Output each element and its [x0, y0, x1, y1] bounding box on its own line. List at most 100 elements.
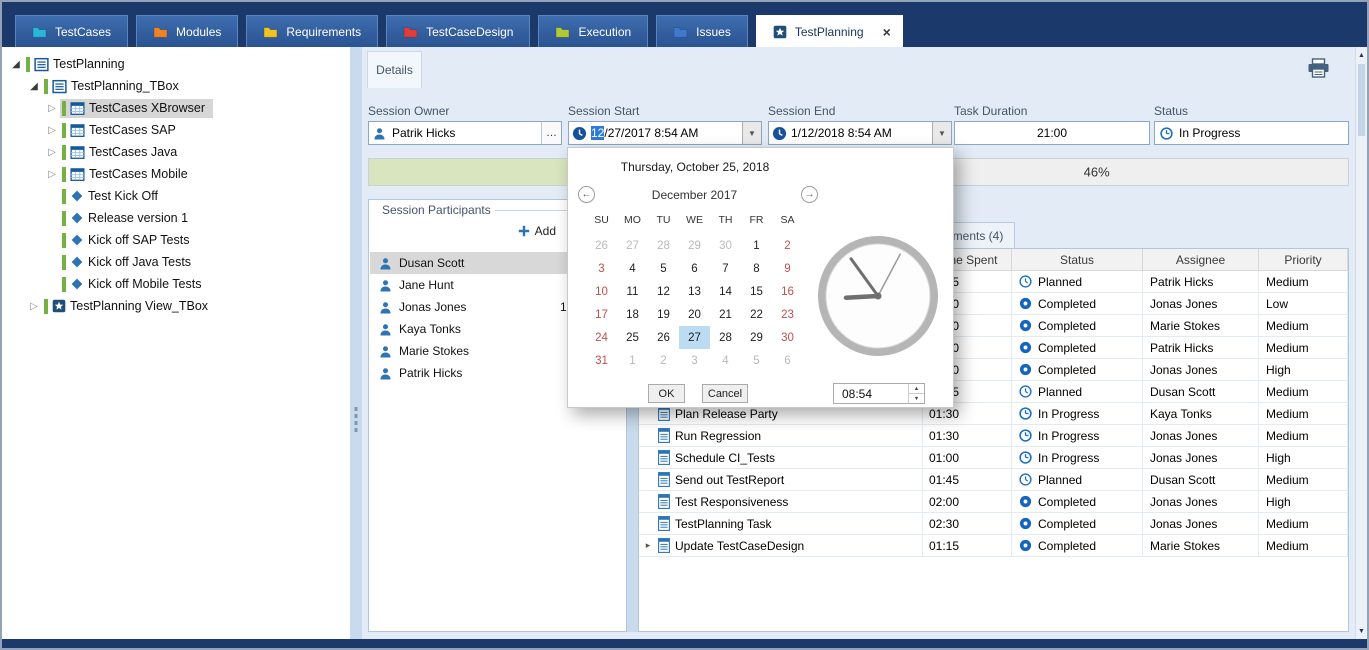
day-cell-6[interactable]: 6: [679, 257, 710, 280]
day-cell-9[interactable]: 9: [772, 257, 803, 280]
tree-item-testplanning-tbox[interactable]: ◢TestPlanning_TBox: [2, 75, 350, 97]
column-header-status[interactable]: Status: [1012, 249, 1143, 270]
tree-item-release-version-1[interactable]: Release version 1: [2, 207, 350, 229]
day-cell-5[interactable]: 5: [741, 349, 772, 372]
expanded-arrow-icon[interactable]: ◢: [8, 59, 24, 70]
scrollbar-thumb[interactable]: [1358, 64, 1365, 136]
sidebar-splitter[interactable]: [350, 47, 362, 639]
day-cell-12[interactable]: 12: [648, 280, 679, 303]
tree-item-kick-off-java-tests[interactable]: Kick off Java Tests: [2, 251, 350, 273]
day-cell-2[interactable]: 2: [648, 349, 679, 372]
day-cell-20[interactable]: 20: [679, 303, 710, 326]
day-cell-2[interactable]: 2: [772, 234, 803, 257]
day-cell-4[interactable]: 4: [617, 257, 648, 280]
day-cell-23[interactable]: 23: [772, 303, 803, 326]
session-owner-field[interactable]: Patrik Hicks …: [368, 121, 562, 145]
day-cell-1[interactable]: 1: [741, 234, 772, 257]
tree-item-test-kick-off[interactable]: Test Kick Off: [2, 185, 350, 207]
day-cell-29[interactable]: 29: [679, 234, 710, 257]
tree-item-testcases-java[interactable]: ▷TestCases Java: [2, 141, 350, 163]
day-cell-30[interactable]: 30: [710, 234, 741, 257]
browse-button[interactable]: …: [541, 122, 561, 144]
day-cell-16[interactable]: 16: [772, 280, 803, 303]
day-cell-19[interactable]: 19: [648, 303, 679, 326]
day-cell-3[interactable]: 3: [679, 349, 710, 372]
tree-item-testcases-mobile[interactable]: ▷TestCases Mobile: [2, 163, 350, 185]
day-cell-10[interactable]: 10: [586, 280, 617, 303]
day-cell-17[interactable]: 17: [586, 303, 617, 326]
add-participant-button[interactable]: Add: [518, 224, 556, 238]
day-cell-26[interactable]: 26: [586, 234, 617, 257]
tab-testplanning[interactable]: TestPlanning×: [756, 15, 903, 47]
day-cell-5[interactable]: 5: [648, 257, 679, 280]
cancel-button[interactable]: Cancel: [702, 384, 748, 403]
day-cell-27-selected[interactable]: 27: [679, 326, 710, 349]
next-month-button[interactable]: →: [801, 186, 818, 203]
day-cell-15[interactable]: 15: [741, 280, 772, 303]
scroll-up-icon[interactable]: ▲: [1356, 48, 1367, 62]
tab-testcasedesign[interactable]: TestCaseDesign: [386, 15, 530, 47]
tab-issues[interactable]: Issues: [656, 15, 748, 47]
spinner-down-icon[interactable]: ▼: [909, 394, 924, 403]
expanded-arrow-icon[interactable]: ◢: [26, 81, 42, 92]
close-tab-icon[interactable]: ×: [883, 25, 891, 39]
day-cell-24[interactable]: 24: [586, 326, 617, 349]
task-row-run-regression[interactable]: Run Regression01:30In ProgressJonas Jone…: [639, 425, 1348, 447]
collapsed-arrow-icon[interactable]: ▷: [44, 125, 60, 136]
tab-modules[interactable]: Modules: [136, 15, 238, 47]
session-start-field[interactable]: 12/27/2017 8:54 AM ▼: [568, 121, 762, 145]
tab-details[interactable]: Details: [367, 51, 422, 88]
day-cell-26[interactable]: 26: [648, 326, 679, 349]
ok-button[interactable]: OK: [648, 384, 685, 403]
task-row-schedule-ci-tests[interactable]: Schedule CI_Tests01:00In ProgressJonas J…: [639, 447, 1348, 469]
day-cell-28[interactable]: 28: [710, 326, 741, 349]
collapsed-arrow-icon[interactable]: ▷: [26, 301, 42, 312]
day-cell-27[interactable]: 27: [617, 234, 648, 257]
day-cell-21[interactable]: 21: [710, 303, 741, 326]
session-end-dropdown-button[interactable]: ▼: [932, 122, 951, 144]
task-duration-field[interactable]: 21:00: [954, 121, 1150, 145]
day-cell-11[interactable]: 11: [617, 280, 648, 303]
day-cell-25[interactable]: 25: [617, 326, 648, 349]
column-header-priority[interactable]: Priority: [1259, 249, 1348, 270]
spinner-up-icon[interactable]: ▲: [909, 384, 924, 394]
tree-item-kick-off-mobile-tests[interactable]: Kick off Mobile Tests: [2, 273, 350, 295]
task-row-testplanning-task[interactable]: TestPlanning Task02:30CompletedJonas Jon…: [639, 513, 1348, 535]
expand-row-icon[interactable]: ▸: [643, 540, 653, 551]
day-cell-30[interactable]: 30: [772, 326, 803, 349]
column-header-assignee[interactable]: Assignee: [1143, 249, 1259, 270]
vertical-scrollbar[interactable]: ▲ ▼: [1355, 47, 1367, 639]
session-start-dropdown-button[interactable]: ▼: [742, 122, 761, 144]
task-row-send-out-testreport[interactable]: Send out TestReport01:45PlannedDusan Sco…: [639, 469, 1348, 491]
printer-icon[interactable]: [1307, 58, 1330, 78]
day-cell-3[interactable]: 3: [586, 257, 617, 280]
day-cell-7[interactable]: 7: [710, 257, 741, 280]
task-row-update-testcasedesign[interactable]: ▸Update TestCaseDesign01:15CompletedMari…: [639, 535, 1348, 557]
collapsed-arrow-icon[interactable]: ▷: [44, 103, 60, 114]
status-field[interactable]: In Progress: [1154, 121, 1349, 145]
day-cell-22[interactable]: 22: [741, 303, 772, 326]
day-cell-18[interactable]: 18: [617, 303, 648, 326]
day-cell-1[interactable]: 1: [617, 349, 648, 372]
day-cell-14[interactable]: 14: [710, 280, 741, 303]
day-cell-13[interactable]: 13: [679, 280, 710, 303]
day-cell-4[interactable]: 4: [710, 349, 741, 372]
day-cell-8[interactable]: 8: [741, 257, 772, 280]
tab-execution[interactable]: Execution: [538, 15, 648, 47]
tree-item-testcases-sap[interactable]: ▷TestCases SAP: [2, 119, 350, 141]
time-spinner[interactable]: ▲▼: [908, 384, 924, 403]
session-end-field[interactable]: 1/12/2018 8:54 AM ▼: [768, 121, 952, 145]
day-cell-6[interactable]: 6: [772, 349, 803, 372]
tab-testcases[interactable]: TestCases: [15, 15, 128, 47]
tree-item-kick-off-sap-tests[interactable]: Kick off SAP Tests: [2, 229, 350, 251]
day-cell-29[interactable]: 29: [741, 326, 772, 349]
scroll-down-icon[interactable]: ▼: [1356, 624, 1367, 638]
day-cell-28[interactable]: 28: [648, 234, 679, 257]
tree-item-testplanning-view-tbox[interactable]: ▷TestPlanning View_TBox: [2, 295, 350, 317]
task-row-test-responsiveness[interactable]: Test Responsiveness02:00CompletedJonas J…: [639, 491, 1348, 513]
tab-requirements[interactable]: Requirements: [246, 15, 378, 47]
tree-item-testplanning[interactable]: ◢TestPlanning: [2, 53, 350, 75]
tree-item-testcases-xbrowser[interactable]: ▷TestCases XBrowser: [2, 97, 350, 119]
day-cell-31[interactable]: 31: [586, 349, 617, 372]
time-input[interactable]: 08:54 ▲▼: [833, 383, 925, 404]
